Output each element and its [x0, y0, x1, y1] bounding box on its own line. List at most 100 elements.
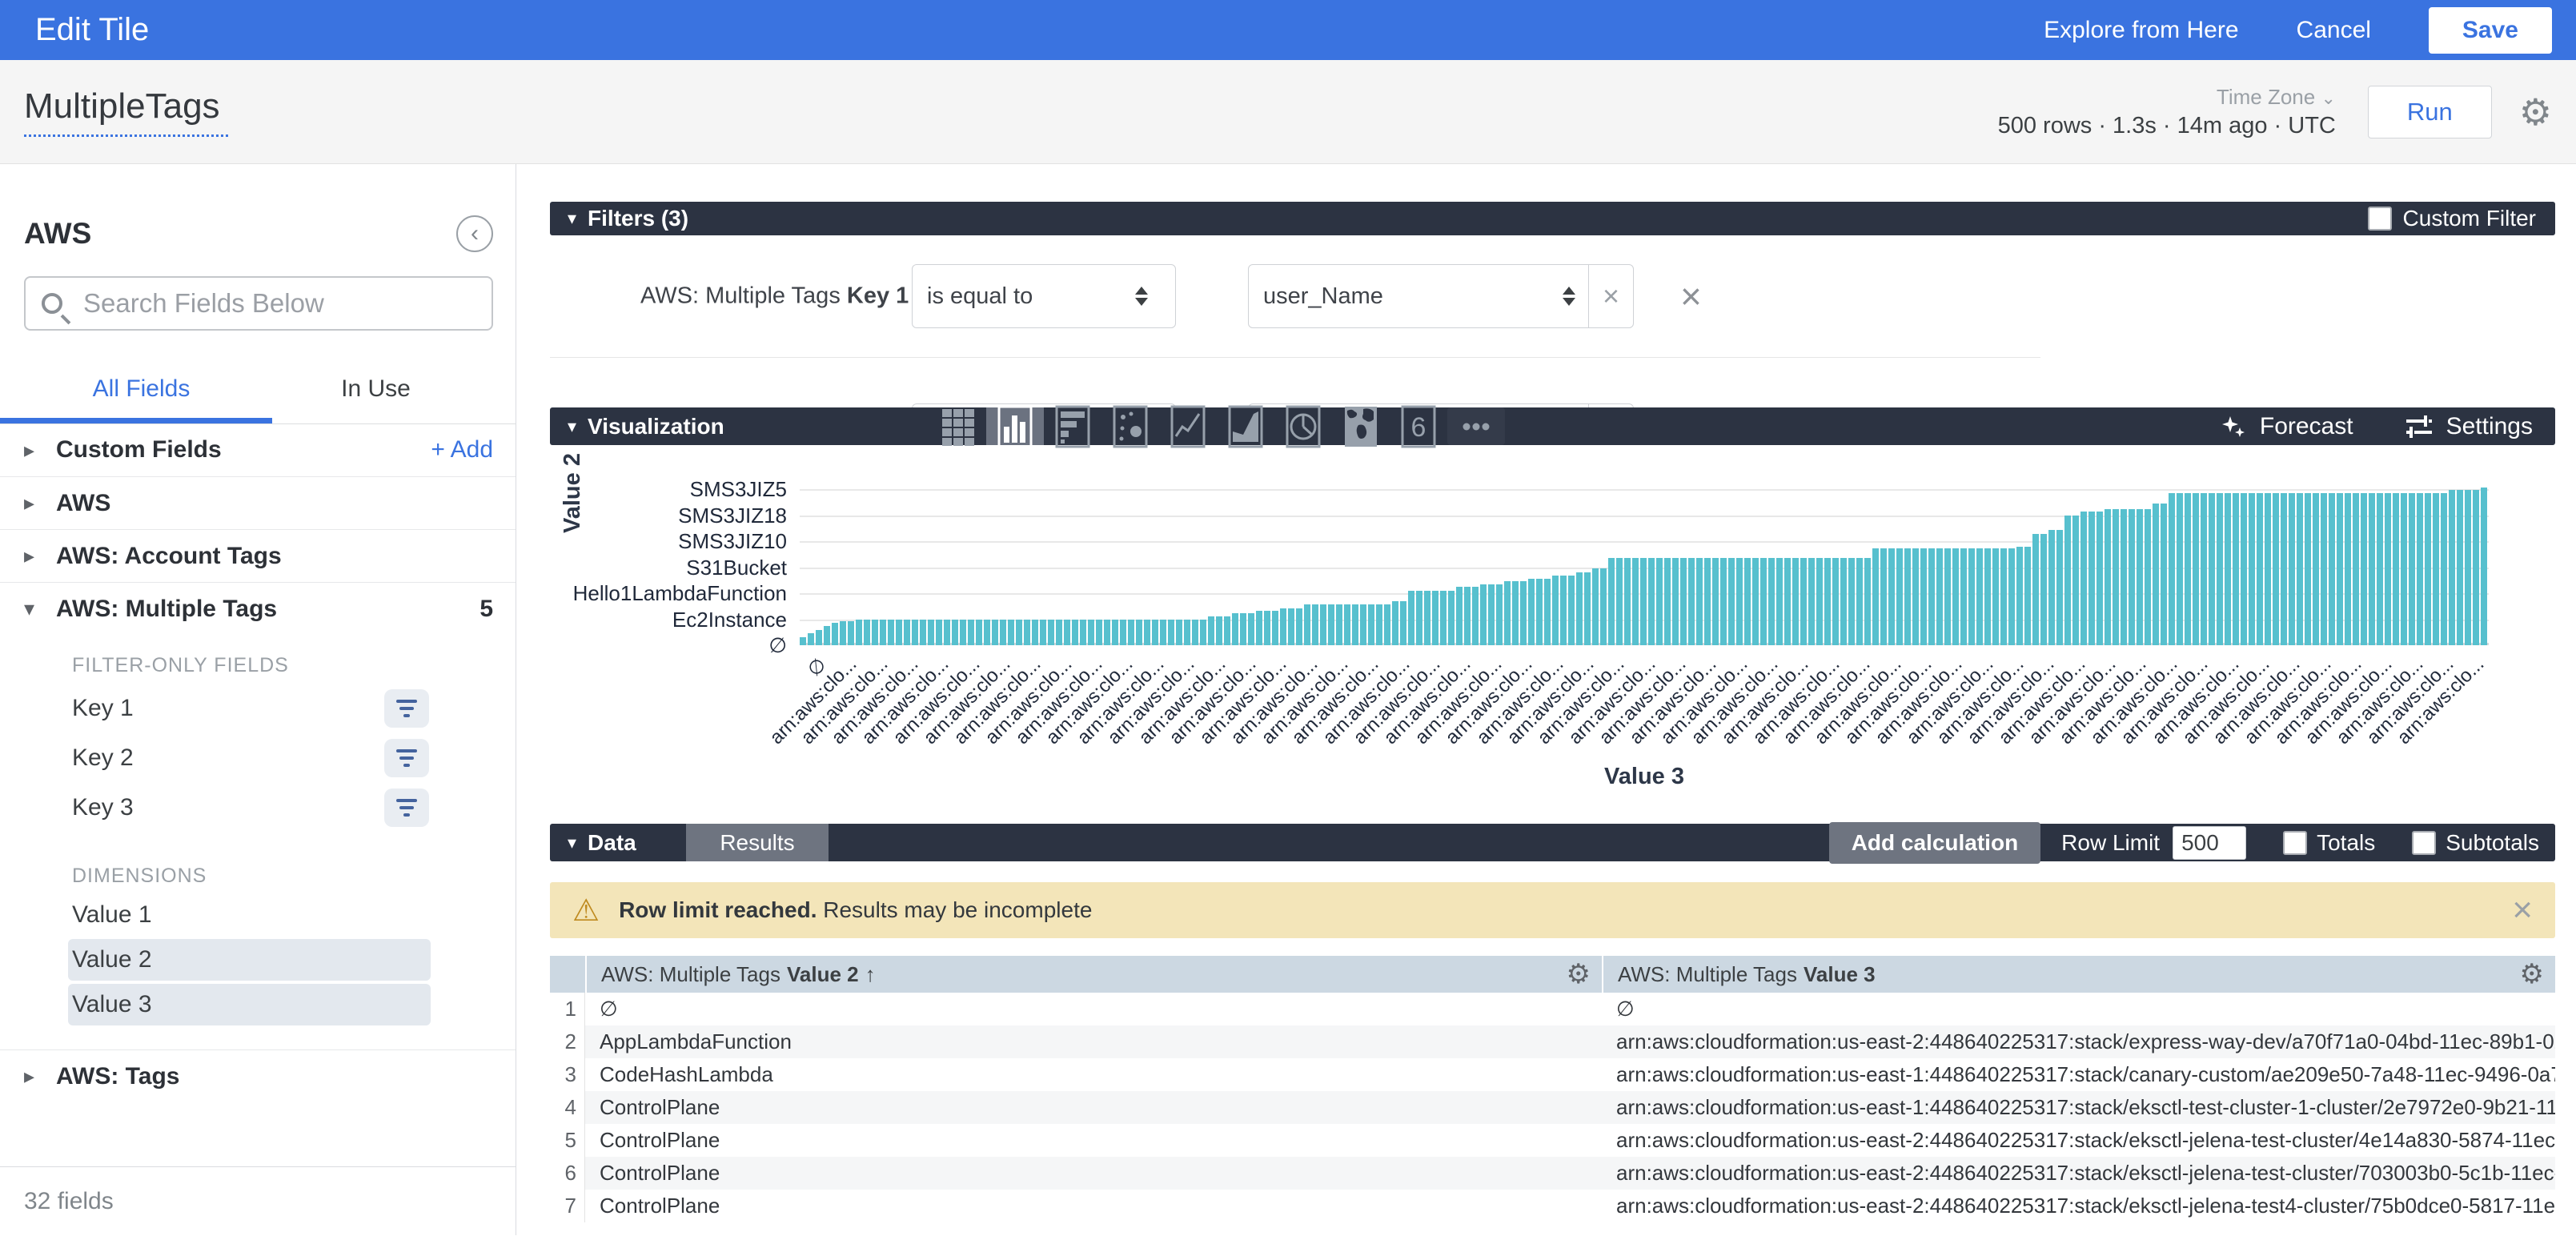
data-bar[interactable]: [1272, 611, 1278, 645]
data-bar[interactable]: [1056, 620, 1062, 646]
data-bar[interactable]: [1320, 604, 1326, 645]
data-bar[interactable]: [1176, 620, 1182, 646]
data-bar[interactable]: [1880, 548, 1887, 645]
data-bar[interactable]: [1520, 581, 1527, 645]
data-bar[interactable]: [984, 620, 990, 646]
sidebar-item-aws[interactable]: ▸ AWS: [0, 476, 516, 529]
data-bar[interactable]: [1040, 620, 1046, 646]
table-row[interactable]: 3CodeHashLambdaarn:aws:cloudformation:us…: [550, 1058, 2555, 1091]
data-bar[interactable]: [1720, 558, 1727, 645]
save-button[interactable]: Save: [2429, 7, 2552, 54]
data-bar[interactable]: [904, 620, 910, 646]
data-bar[interactable]: [1608, 558, 1615, 645]
data-bar[interactable]: [1488, 584, 1495, 645]
data-bar[interactable]: [2008, 548, 2015, 645]
viz-type-line-icon[interactable]: [1159, 407, 1217, 445]
data-bar[interactable]: [2064, 516, 2071, 646]
data-bar[interactable]: [1536, 579, 1543, 645]
subtotals-toggle[interactable]: Subtotals: [2402, 830, 2539, 856]
cell-value2[interactable]: AppLambdaFunction: [585, 1025, 1602, 1058]
data-bar[interactable]: [1032, 620, 1038, 646]
forecast-button[interactable]: Forecast: [2220, 413, 2353, 440]
query-title[interactable]: MultipleTags: [24, 86, 228, 126]
data-bar[interactable]: [1160, 620, 1166, 646]
data-bar[interactable]: [2385, 493, 2391, 645]
data-bar[interactable]: [1112, 620, 1118, 646]
data-bar[interactable]: [1480, 584, 1487, 645]
cancel-link[interactable]: Cancel: [2297, 17, 2371, 44]
data-bar[interactable]: [2209, 493, 2215, 645]
data-bar[interactable]: [1648, 558, 1655, 645]
filter-by-field-icon[interactable]: [384, 789, 429, 827]
data-bar[interactable]: [1768, 558, 1775, 645]
data-bar[interactable]: [2257, 493, 2263, 645]
data-bar[interactable]: [2000, 548, 2007, 645]
data-bar[interactable]: [976, 620, 982, 646]
viz-settings-button[interactable]: Settings: [2405, 413, 2533, 440]
data-bar[interactable]: [1496, 584, 1503, 645]
data-bar[interactable]: [2193, 493, 2199, 645]
data-bar[interactable]: [2305, 493, 2311, 645]
filters-section-header[interactable]: ▾ Filters (3) Custom Filter: [550, 202, 2555, 235]
table-row[interactable]: 2AppLambdaFunctionarn:aws:cloudformation…: [550, 1025, 2555, 1058]
data-bar[interactable]: [1104, 620, 1110, 646]
data-bar[interactable]: [1048, 620, 1054, 646]
explore-from-here-link[interactable]: Explore from Here: [2044, 17, 2238, 44]
data-bar[interactable]: [1744, 558, 1751, 645]
data-bar[interactable]: [2024, 547, 2031, 646]
viz-type-table-icon[interactable]: [929, 407, 986, 445]
data-bar[interactable]: [1800, 558, 1807, 645]
data-bar[interactable]: [1736, 558, 1743, 645]
data-bar[interactable]: [1760, 558, 1767, 645]
chart-plot-area[interactable]: [800, 484, 2489, 645]
data-bar[interactable]: [1848, 558, 1855, 645]
data-bar[interactable]: [1784, 558, 1791, 645]
data-bar[interactable]: [1096, 620, 1102, 646]
chevron-right-icon[interactable]: ▸: [24, 544, 56, 568]
data-bar[interactable]: [1944, 548, 1951, 645]
viz-type-area-icon[interactable]: [1217, 407, 1274, 445]
data-bar[interactable]: [2481, 488, 2487, 645]
data-bar[interactable]: [2297, 493, 2303, 645]
data-bar[interactable]: [2265, 493, 2271, 645]
filter-by-field-icon[interactable]: [384, 689, 429, 728]
data-bar[interactable]: [2377, 493, 2383, 645]
data-bar[interactable]: [2465, 490, 2471, 645]
data-bar[interactable]: [1192, 620, 1198, 646]
time-zone-dropdown[interactable]: Time Zone ⌄: [1998, 85, 2336, 110]
data-bar[interactable]: [2337, 493, 2343, 645]
data-bar[interactable]: [1232, 613, 1238, 645]
chevron-down-icon[interactable]: ▾: [568, 208, 576, 229]
data-bar[interactable]: [2080, 512, 2087, 645]
data-bar[interactable]: [1152, 620, 1158, 646]
data-bar[interactable]: [936, 620, 942, 646]
row-limit-input[interactable]: [2173, 826, 2246, 860]
data-bar[interactable]: [1256, 611, 1262, 645]
data-bar[interactable]: [2369, 493, 2375, 645]
data-bar[interactable]: [1864, 558, 1871, 645]
sidebar-item-account-tags[interactable]: ▸ AWS: Account Tags: [0, 529, 516, 582]
cell-value2[interactable]: ∅: [585, 993, 1602, 1025]
filter-only-field-row[interactable]: Key 3: [72, 783, 493, 833]
data-bar[interactable]: [1336, 604, 1342, 645]
data-bar[interactable]: [1304, 604, 1310, 645]
data-bar[interactable]: [1504, 581, 1511, 645]
data-bar[interactable]: [1288, 608, 1294, 645]
cell-value3[interactable]: ∅: [1602, 993, 2555, 1025]
data-bar[interactable]: [1264, 611, 1270, 645]
data-bar[interactable]: [1976, 548, 1983, 645]
viz-type-scatter-icon[interactable]: [1101, 407, 1159, 445]
data-bar[interactable]: [1024, 620, 1030, 646]
data-bar[interactable]: [1424, 591, 1430, 645]
data-bar[interactable]: [824, 626, 830, 645]
filter-only-field-row[interactable]: Key 1: [72, 684, 493, 733]
data-bar[interactable]: [1560, 576, 1567, 645]
filter-operator-select[interactable]: is equal to: [912, 264, 1176, 328]
data-bar[interactable]: [1352, 604, 1358, 645]
chevron-down-icon[interactable]: ▾: [568, 416, 576, 437]
data-bar[interactable]: [880, 620, 886, 646]
data-bar[interactable]: [2473, 490, 2479, 645]
data-bar[interactable]: [2040, 534, 2047, 645]
chevron-down-icon[interactable]: ▾: [24, 596, 56, 621]
data-bar[interactable]: [2056, 530, 2063, 645]
